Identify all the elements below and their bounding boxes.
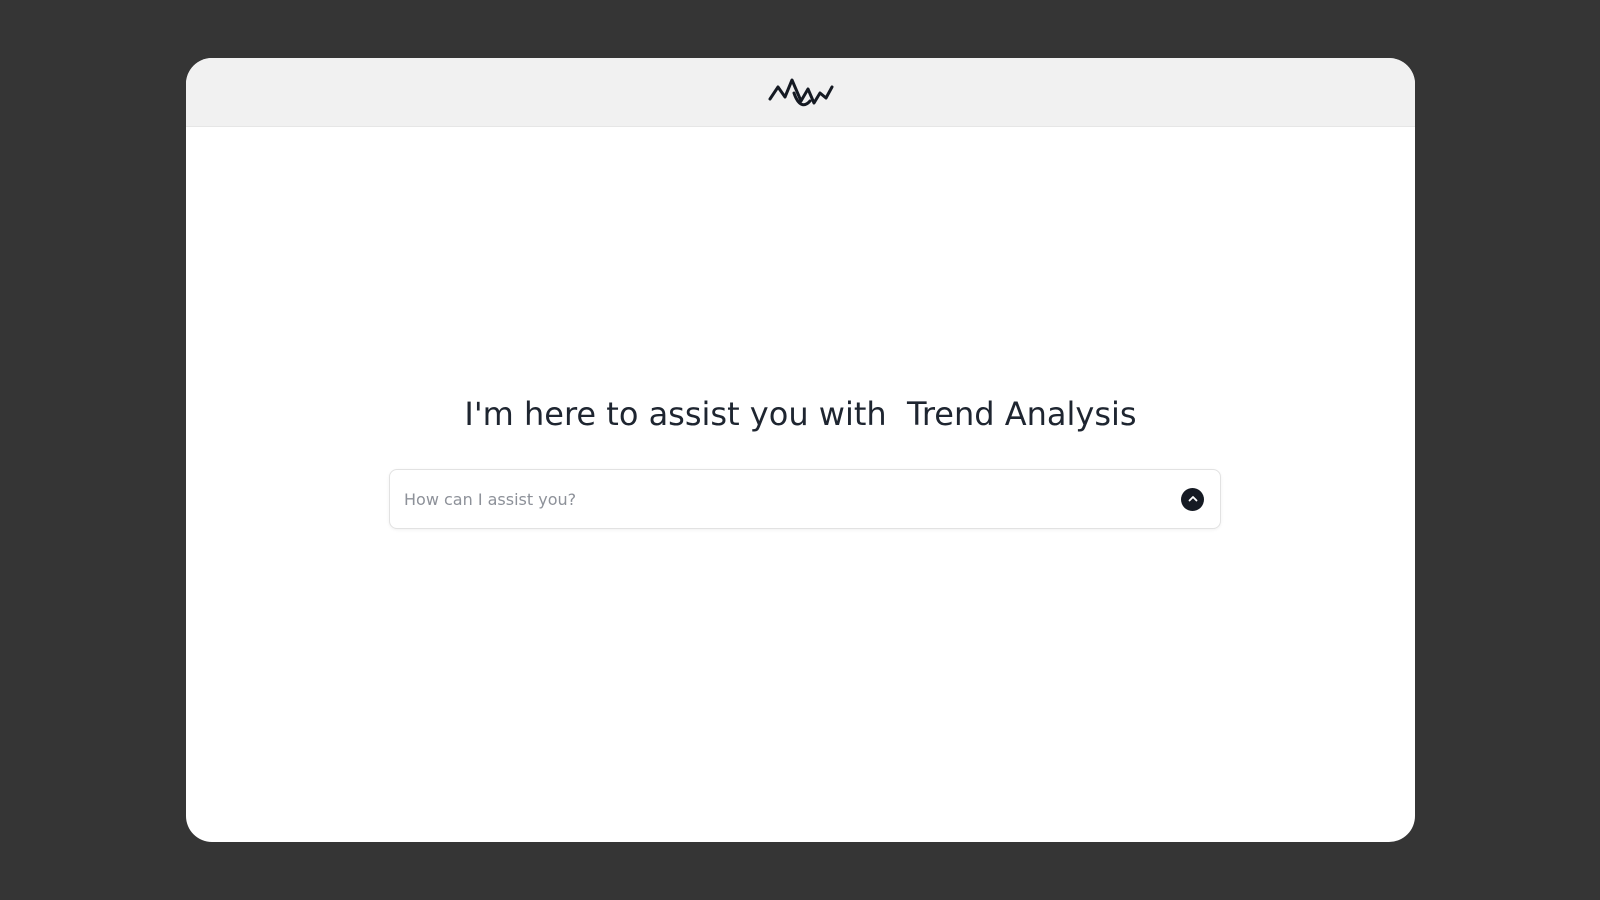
page-title: I'm here to assist you with Trend Analys… bbox=[186, 392, 1415, 436]
prompt-input[interactable] bbox=[404, 484, 1181, 514]
prompt-bar bbox=[389, 469, 1221, 529]
headline-topic: Trend Analysis bbox=[896, 395, 1137, 433]
chevron-up-icon bbox=[1188, 496, 1197, 502]
send-button[interactable] bbox=[1181, 487, 1204, 511]
headline-lead: I'm here to assist you with bbox=[464, 395, 897, 433]
app-window: I'm here to assist you with Trend Analys… bbox=[186, 58, 1415, 842]
app-header bbox=[186, 58, 1415, 127]
wave-logo-icon bbox=[768, 78, 833, 107]
